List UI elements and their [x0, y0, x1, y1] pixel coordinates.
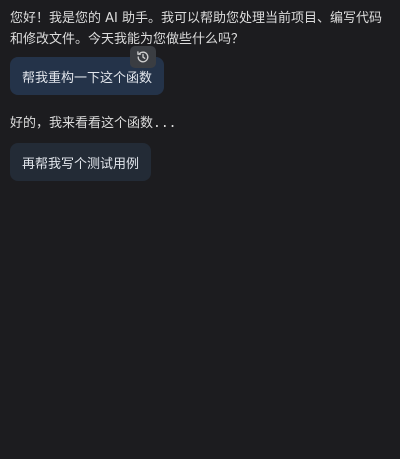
chat-conversation: 您好！我是您的 AI 助手。我可以帮助您处理当前项目、编写代码和修改文件。今天我…	[0, 0, 400, 459]
assistant-message: 您好！我是您的 AI 助手。我可以帮助您处理当前项目、编写代码和修改文件。今天我…	[10, 11, 382, 47]
user-message-text: 帮我重构一下这个函数	[22, 70, 153, 86]
user-message-bubble[interactable]: 再帮我写个测试用例	[10, 143, 151, 181]
restore-checkpoint-button[interactable]	[130, 46, 156, 68]
assistant-message: 好的，我来看看这个函数...	[10, 116, 177, 131]
history-restore-icon	[137, 51, 149, 63]
user-message-text: 再帮我写个测试用例	[22, 156, 140, 172]
